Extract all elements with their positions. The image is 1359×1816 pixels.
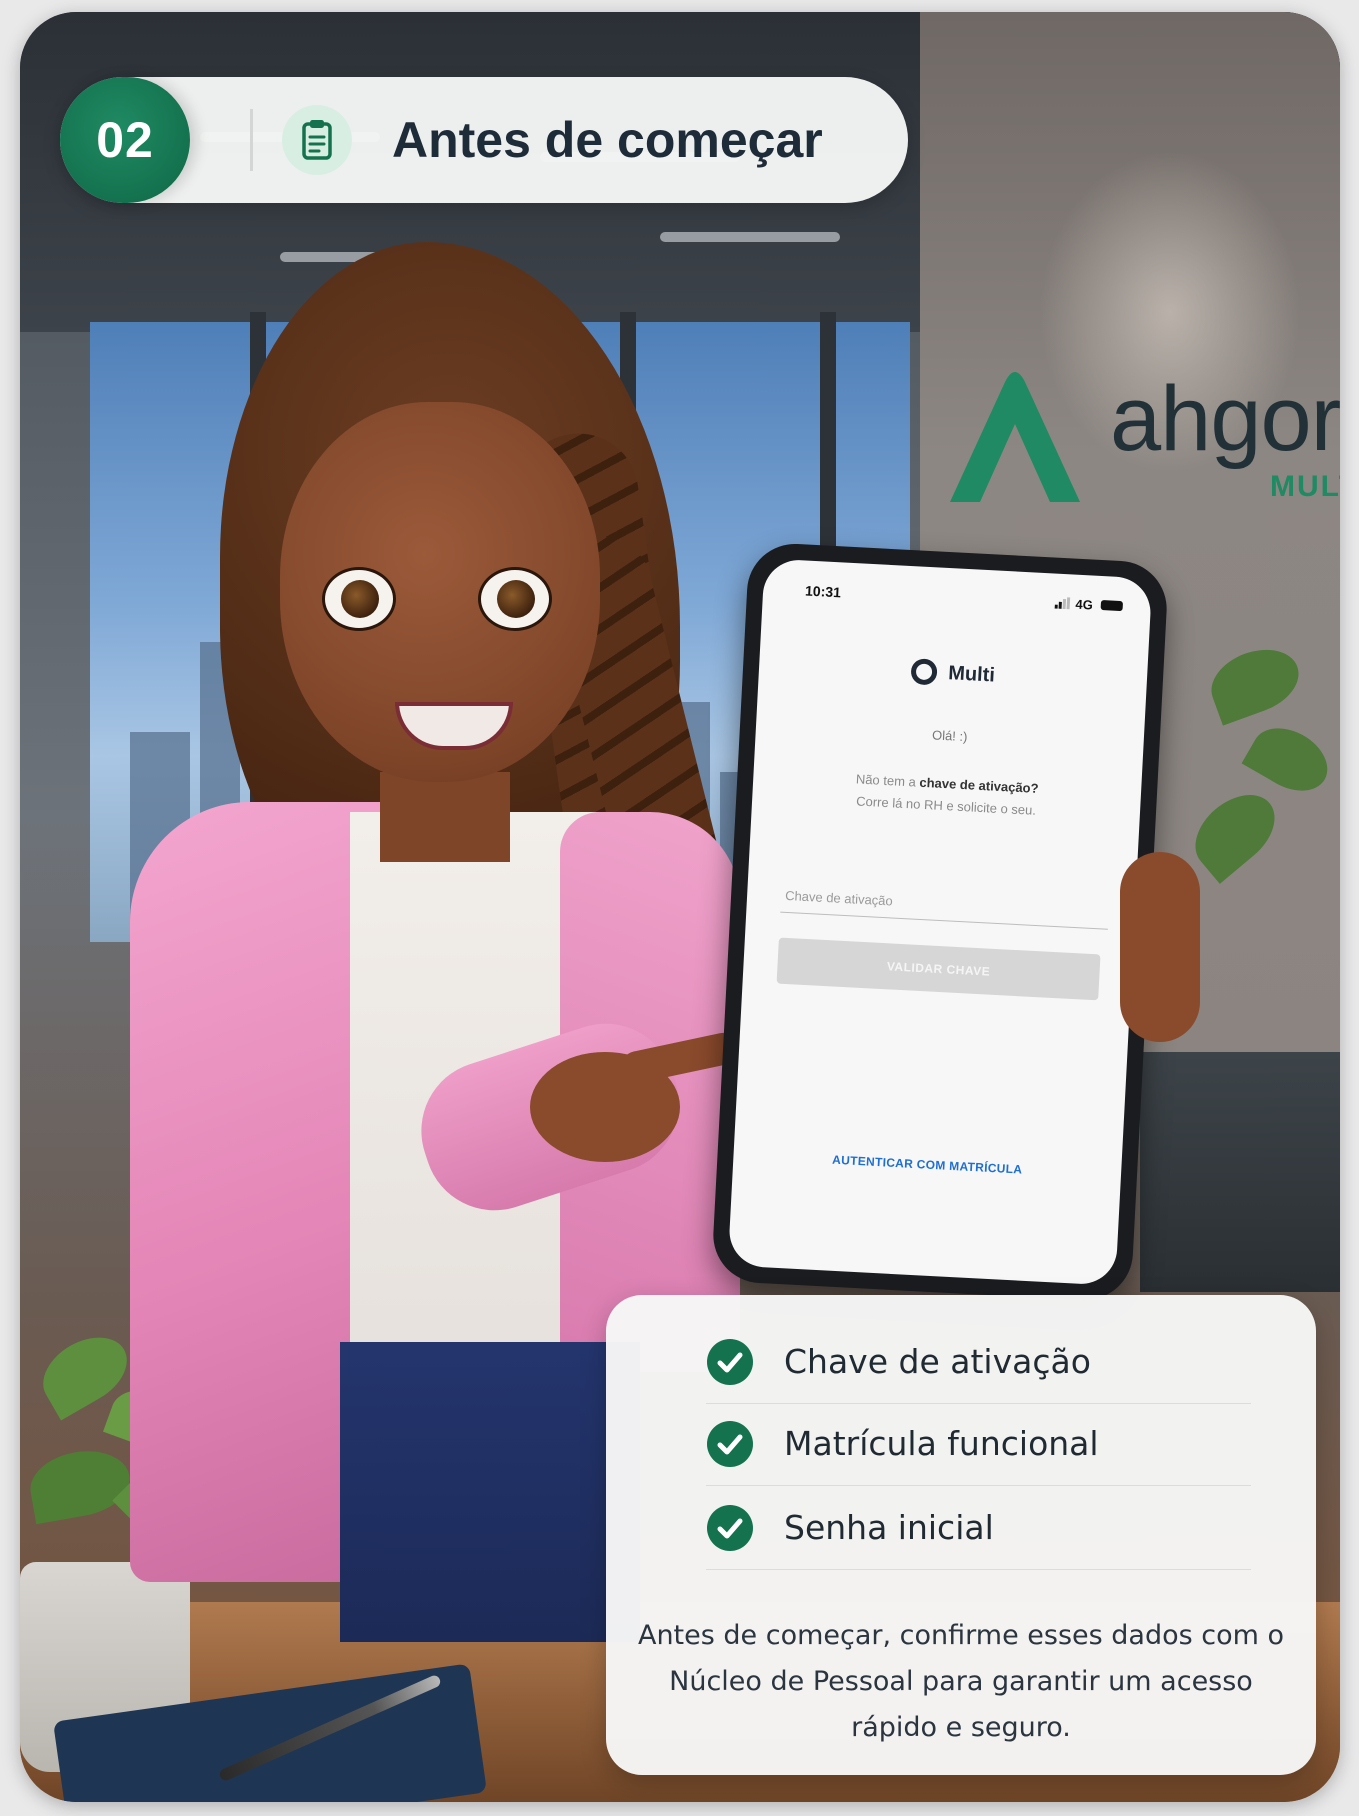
requirements-card: Chave de ativação Matrícula funcional Se… bbox=[606, 1295, 1316, 1775]
phone-screen: 10:31 4G Multi Olá! :) Não tem a chave d… bbox=[727, 558, 1153, 1286]
logo-subtitle: MULTI bbox=[1270, 470, 1340, 503]
ahgora-mark-icon bbox=[950, 372, 1080, 502]
app-logo: Multi bbox=[759, 650, 1148, 696]
plant-leaf bbox=[25, 1443, 135, 1525]
checklist-item: Chave de ativação bbox=[706, 1321, 1251, 1404]
check-circle-icon bbox=[707, 1505, 753, 1551]
logo-wordmark: ahgora bbox=[1110, 368, 1340, 470]
status-network: 4G bbox=[1075, 596, 1094, 613]
ahgora-wall-logo: ahgora MULTI bbox=[940, 352, 1340, 522]
header-divider bbox=[250, 109, 253, 171]
app-name: Multi bbox=[947, 661, 996, 687]
checklist-item: Senha inicial bbox=[706, 1487, 1251, 1570]
checklist-item: Matrícula funcional bbox=[706, 1403, 1251, 1486]
page-title: Antes de começar bbox=[392, 112, 823, 168]
authenticate-registration-link[interactable]: AUTENTICAR COM MATRÍCULA bbox=[733, 1148, 1121, 1182]
character-holding-hand bbox=[1120, 852, 1200, 1042]
step-number: 02 bbox=[96, 112, 154, 168]
ceiling-light bbox=[660, 232, 840, 242]
greeting-text: Olá! :) bbox=[931, 727, 968, 745]
checklist-item-label: Matrícula funcional bbox=[784, 1424, 1099, 1463]
character-neck bbox=[380, 772, 510, 862]
activation-message-prefix: Não tem a bbox=[855, 771, 920, 790]
step-badge: 02 bbox=[60, 77, 190, 203]
validate-key-button[interactable]: VALIDAR CHAVE bbox=[776, 937, 1101, 1001]
character-pants bbox=[340, 1342, 640, 1642]
step-header: 02 Antes de começar bbox=[60, 77, 908, 203]
signal-icon bbox=[1054, 597, 1071, 610]
clipboard-icon bbox=[282, 105, 352, 175]
character-eye bbox=[322, 567, 396, 631]
check-circle-icon bbox=[707, 1339, 753, 1385]
activation-message-strong: chave de ativação? bbox=[919, 774, 1039, 796]
check-circle-icon bbox=[707, 1421, 753, 1467]
multi-logo-icon bbox=[910, 658, 938, 686]
smartphone: 10:31 4G Multi Olá! :) Não tem a chave d… bbox=[710, 541, 1170, 1303]
battery-icon bbox=[1100, 599, 1124, 612]
checklist-item-label: Chave de ativação bbox=[784, 1342, 1091, 1381]
status-time: 10:31 bbox=[804, 582, 842, 601]
office-cabinet bbox=[1140, 1052, 1340, 1292]
character-eye bbox=[478, 567, 552, 631]
activation-key-input[interactable] bbox=[780, 877, 1110, 930]
requirements-note: Antes de começar, confirme esses dados c… bbox=[637, 1620, 1285, 1743]
checklist-item-label: Senha inicial bbox=[784, 1508, 994, 1547]
illustration-card: ahgora MULTI 10:31 bbox=[20, 12, 1340, 1802]
